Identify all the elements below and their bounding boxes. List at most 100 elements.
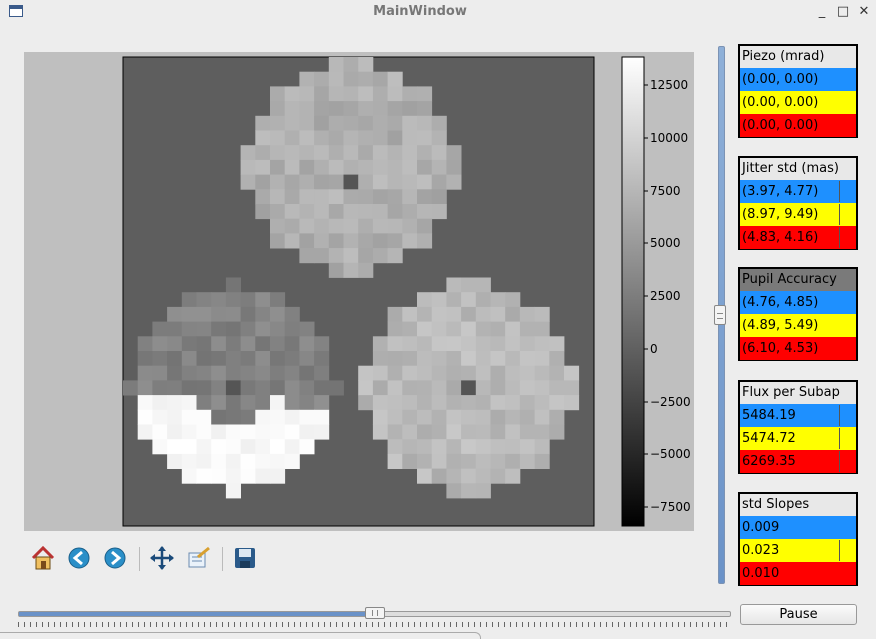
save-icon[interactable] bbox=[230, 543, 260, 573]
image-pixel bbox=[225, 336, 241, 352]
image-pixel bbox=[225, 321, 241, 337]
image-pixel bbox=[431, 424, 447, 440]
image-pixel bbox=[211, 306, 227, 322]
image-pixel bbox=[284, 453, 300, 469]
image-pixel bbox=[446, 351, 462, 367]
image-pixel bbox=[402, 336, 418, 352]
image-pixel bbox=[240, 321, 256, 337]
image-pixel bbox=[284, 159, 300, 175]
bar-marker bbox=[838, 428, 840, 449]
image-pixel bbox=[431, 365, 447, 381]
image-pixel bbox=[446, 468, 462, 484]
image-pixel bbox=[490, 365, 506, 381]
pan-icon[interactable] bbox=[147, 543, 177, 573]
image-pixel bbox=[181, 380, 197, 396]
image-pixel bbox=[328, 262, 344, 278]
image-pixel bbox=[255, 380, 271, 396]
image-pixel bbox=[461, 424, 477, 440]
image-pixel bbox=[431, 439, 447, 455]
image-pixel bbox=[564, 380, 580, 396]
image-pixel bbox=[372, 351, 388, 367]
image-pixel bbox=[152, 380, 168, 396]
image-pixel bbox=[387, 380, 403, 396]
image-pixel bbox=[328, 174, 344, 190]
image-pixel bbox=[152, 365, 168, 381]
image-pixel bbox=[225, 453, 241, 469]
image-pixel bbox=[446, 409, 462, 425]
image-pixel bbox=[328, 204, 344, 220]
panel-row: 0.023 bbox=[740, 539, 856, 562]
image-pixel bbox=[358, 174, 374, 190]
image-pixel bbox=[475, 453, 491, 469]
maximize-button[interactable]: □ bbox=[834, 3, 852, 21]
image-pixel bbox=[270, 336, 286, 352]
image-pixel bbox=[196, 409, 212, 425]
image-pixel bbox=[387, 204, 403, 220]
image-pixel bbox=[417, 321, 433, 337]
minimize-button[interactable]: _ bbox=[813, 3, 831, 21]
image-pixel bbox=[211, 424, 227, 440]
image-pixel bbox=[196, 468, 212, 484]
home-icon[interactable] bbox=[28, 543, 58, 573]
horizontal-slider-handle[interactable] bbox=[365, 607, 385, 619]
image-pixel bbox=[461, 468, 477, 484]
image-pixel bbox=[519, 395, 535, 411]
image-pixel bbox=[461, 453, 477, 469]
image-pixel bbox=[211, 292, 227, 308]
image-pixel bbox=[372, 365, 388, 381]
image-pixel bbox=[328, 159, 344, 175]
image-pixel bbox=[270, 115, 286, 131]
image-pixel bbox=[343, 248, 359, 264]
image-pixel bbox=[372, 248, 388, 264]
flux-panel: Flux per Subap 5484.19 5474.72 6269.35 bbox=[738, 380, 858, 474]
image-pixel bbox=[505, 395, 521, 411]
image-pixel bbox=[284, 86, 300, 102]
image-pixel bbox=[314, 380, 330, 396]
image-pixel bbox=[387, 306, 403, 322]
image-pixel bbox=[255, 439, 271, 455]
image-pixel bbox=[475, 395, 491, 411]
image-pixel bbox=[402, 306, 418, 322]
image-pixel bbox=[299, 204, 315, 220]
image-pixel bbox=[461, 439, 477, 455]
image-pixel bbox=[299, 365, 315, 381]
close-button[interactable]: ✕ bbox=[855, 3, 873, 21]
plot-canvas[interactable]: 12500 10000 7500 5000 2500 0 −2500 −5000 −7500 bbox=[24, 52, 694, 531]
panel-row: (0.00, 0.00) bbox=[740, 114, 856, 137]
vertical-slider-handle[interactable] bbox=[714, 305, 726, 325]
image-pixel bbox=[240, 453, 256, 469]
image-pixel bbox=[270, 395, 286, 411]
image-pixel bbox=[402, 159, 418, 175]
image-pixel bbox=[225, 409, 241, 425]
image-plot[interactable]: 12500 10000 7500 5000 2500 0 −2500 −5000 −7500 bbox=[24, 52, 694, 531]
forward-icon[interactable] bbox=[100, 543, 130, 573]
image-pixel bbox=[270, 86, 286, 102]
image-pixel bbox=[240, 439, 256, 455]
image-pixel bbox=[475, 439, 491, 455]
image-pixel bbox=[534, 321, 550, 337]
image-pixel bbox=[270, 145, 286, 161]
image-pixel bbox=[446, 439, 462, 455]
image-pixel bbox=[299, 101, 315, 117]
pause-button[interactable]: Pause bbox=[740, 604, 857, 625]
image-pixel bbox=[284, 365, 300, 381]
image-pixel bbox=[255, 424, 271, 440]
image-pixel bbox=[343, 145, 359, 161]
image-pixel bbox=[137, 351, 153, 367]
image-pixel bbox=[255, 159, 271, 175]
image-pixel bbox=[270, 130, 286, 146]
image-pixel bbox=[402, 204, 418, 220]
image-pixel bbox=[461, 395, 477, 411]
image-pixel bbox=[211, 409, 227, 425]
image-pixel bbox=[255, 409, 271, 425]
image-pixel bbox=[343, 101, 359, 117]
image-pixel bbox=[255, 351, 271, 367]
image-pixel bbox=[314, 115, 330, 131]
configure-subplots-icon[interactable] bbox=[184, 543, 214, 573]
image-pixel bbox=[270, 204, 286, 220]
image-pixel bbox=[417, 409, 433, 425]
image-pixel bbox=[167, 439, 183, 455]
image-pixel bbox=[343, 159, 359, 175]
back-icon[interactable] bbox=[64, 543, 94, 573]
image-pixel bbox=[534, 380, 550, 396]
